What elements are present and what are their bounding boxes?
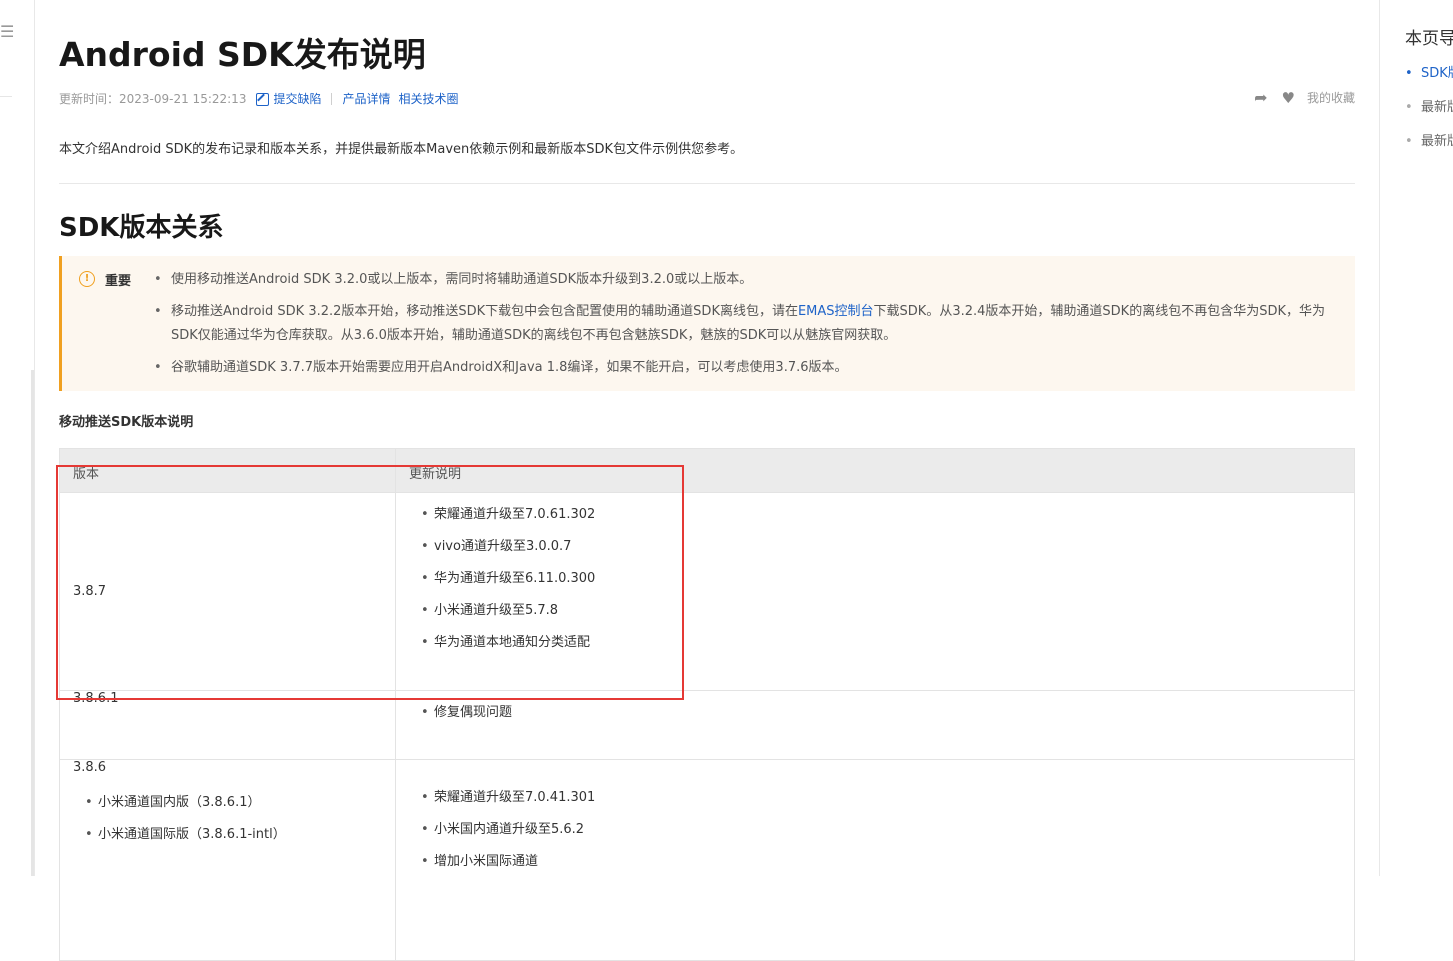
notes-cell: 荣耀通道升级至7.0.61.302 vivo通道升级至3.0.0.7 华为通道升… xyxy=(395,492,1355,691)
toc-item-sdk-version[interactable]: SDK版 xyxy=(1405,62,1453,96)
column-header-version: 版本 xyxy=(59,448,396,493)
list-item: vivo通道升级至3.0.0.7 xyxy=(421,537,1354,557)
doc-actions: ➦ ♥ 我的收藏 xyxy=(1254,88,1355,107)
heart-icon[interactable]: ♥ xyxy=(1282,89,1295,107)
rail-divider xyxy=(0,96,12,97)
notice-item: 使用移动推送Android SDK 3.2.0或以上版本，需同时将辅助通道SDK… xyxy=(154,268,752,292)
product-detail-link[interactable]: 产品详情 xyxy=(342,90,390,107)
list-item: 小米通道国内版（3.8.6.1） xyxy=(85,793,382,813)
version-table: 版本 更新说明 3.8.7 荣耀通道升级至7.0.61.302 vivo通道升级… xyxy=(59,448,1355,961)
intro-text: 本文介绍Android SDK的发布记录和版本关系，并提供最新版本Maven依赖… xyxy=(59,142,744,157)
table-row: 3.8.6 小米通道国内版（3.8.6.1） 小米通道国际版（3.8.6.1-i… xyxy=(59,759,1355,961)
table-row: 3.8.6.1 修复偶现问题 xyxy=(59,690,1355,760)
toc-item-latest-package[interactable]: 最新版 xyxy=(1405,130,1453,164)
column-header-notes: 更新说明 xyxy=(395,448,1355,493)
report-bug-link[interactable]: 提交缺陷 xyxy=(273,90,321,107)
updated-time: 更新时间：2023-09-21 15:22:13 xyxy=(59,92,247,106)
left-rail: ☰ xyxy=(0,0,35,876)
notice-item: 谷歌辅助通道SDK 3.7.7版本开始需要应用开启AndroidX和Java 1… xyxy=(154,356,848,380)
version-cell: 3.8.7 xyxy=(59,492,396,691)
section-title: SDK版本关系 xyxy=(59,213,224,243)
table-title: 移动推送SDK版本说明 xyxy=(59,415,194,430)
version-label: 3.8.6 xyxy=(73,760,107,775)
section-divider xyxy=(59,183,1355,184)
notice-label: 重要 xyxy=(105,274,132,289)
notice-item: 移动推送Android SDK 3.2.2版本开始，移动推送SDK下载包中会包含… xyxy=(154,300,1351,348)
table-row: 3.8.7 荣耀通道升级至7.0.61.302 vivo通道升级至3.0.0.7… xyxy=(59,492,1355,691)
list-item: 增加小米国际通道 xyxy=(421,852,1354,872)
list-item: 华为通道本地通知分类适配 xyxy=(421,633,1354,653)
list-item: 华为通道升级至6.11.0.300 xyxy=(421,569,1354,589)
menu-icon[interactable]: ☰ xyxy=(0,24,14,40)
favorite-button[interactable]: 我的收藏 xyxy=(1307,89,1355,106)
toc-item-latest-maven[interactable]: 最新版 xyxy=(1405,96,1453,130)
list-item: 小米通道升级至5.7.8 xyxy=(421,601,1354,621)
toc-panel: 本页导 SDK版 最新版 最新版 xyxy=(1379,0,1453,876)
version-cell: 3.8.6 小米通道国内版（3.8.6.1） 小米通道国际版（3.8.6.1-i… xyxy=(59,759,396,961)
warning-icon: ! xyxy=(79,271,95,287)
notice-box: ! 重要 使用移动推送Android SDK 3.2.0或以上版本，需同时将辅助… xyxy=(59,256,1355,391)
emas-console-link[interactable]: EMAS控制台 xyxy=(798,304,874,319)
notes-cell: 修复偶现问题 xyxy=(395,690,1355,760)
share-icon[interactable]: ➦ xyxy=(1254,88,1267,107)
list-item: 修复偶现问题 xyxy=(421,703,1354,723)
notes-cell: 荣耀通道升级至7.0.41.301 小米国内通道升级至5.6.2 增加小米国际通… xyxy=(395,759,1355,961)
toc-title: 本页导 xyxy=(1405,29,1453,49)
version-cell: 3.8.6.1 xyxy=(59,690,396,760)
edit-icon xyxy=(256,93,270,106)
toc-list: SDK版 最新版 最新版 xyxy=(1405,62,1453,164)
meta-separator xyxy=(331,92,333,105)
list-item: 荣耀通道升级至7.0.41.301 xyxy=(421,788,1354,808)
list-item: 小米通道国际版（3.8.6.1-intl） xyxy=(85,825,382,845)
list-item: 荣耀通道升级至7.0.61.302 xyxy=(421,505,1354,525)
list-item: 小米国内通道升级至5.6.2 xyxy=(421,820,1354,840)
doc-meta: 更新时间：2023-09-21 15:22:13 提交缺陷 产品详情 相关技术圈 xyxy=(59,90,463,107)
rail-scroll-strip xyxy=(31,370,34,876)
page-title: Android SDK发布说明 xyxy=(59,35,426,74)
tech-circle-link[interactable]: 相关技术圈 xyxy=(398,90,458,107)
